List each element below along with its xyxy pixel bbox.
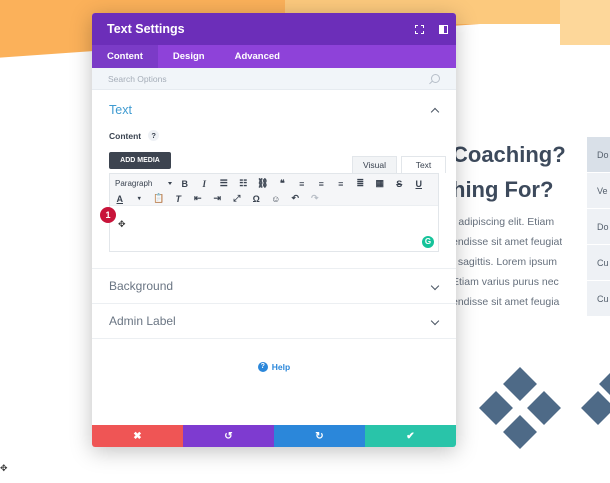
diamond-shape <box>581 391 610 425</box>
add-media-button[interactable]: ADD MEDIA <box>109 152 171 169</box>
align-center-icon[interactable]: ≡ <box>312 176 332 191</box>
step-badge: 1 <box>100 207 116 223</box>
tab-content[interactable]: Content <box>92 45 158 68</box>
rich-text-editor: Paragraph B I ☰ ☷ ⛓ ❝ ≡ ≡ ≡ ≣ ▦ S U A ▾ <box>109 173 439 252</box>
content-label: Content <box>109 130 142 141</box>
underline-icon[interactable]: U <box>409 176 429 191</box>
numbered-list-icon[interactable]: ☷ <box>234 176 254 191</box>
tab-text[interactable]: Text <box>401 156 446 173</box>
table-icon[interactable]: ▦ <box>370 176 390 191</box>
grammarly-icon[interactable]: G <box>422 236 434 248</box>
cancel-button[interactable]: ✖ <box>92 425 183 447</box>
align-right-icon[interactable]: ≡ <box>331 176 351 191</box>
italic-icon[interactable]: I <box>195 176 215 191</box>
text-section-title: Text <box>109 103 132 117</box>
bold-icon[interactable]: B <box>175 176 195 191</box>
help-icon: ? <box>257 362 268 372</box>
tab-design[interactable]: Design <box>158 45 220 68</box>
indent-icon[interactable]: ⇥ <box>208 191 228 206</box>
page-list: Do Ve Do Cu Cu <box>587 137 610 317</box>
tab-visual[interactable]: Visual <box>352 156 397 173</box>
admin-label-section-title: Admin Label <box>109 314 176 328</box>
modal-title: Text Settings <box>107 22 185 36</box>
editor-mode-tabs: Visual Text <box>348 156 446 173</box>
search-icon <box>431 74 440 83</box>
paragraph-line: endisse sit amet feugiat <box>452 236 562 248</box>
chevron-down-icon <box>168 182 172 185</box>
fullscreen-icon[interactable] <box>408 13 430 45</box>
background-section-header[interactable]: Background <box>92 269 456 303</box>
diamond-shape <box>503 415 537 449</box>
clear-formatting-icon[interactable]: T <box>169 191 189 206</box>
blockquote-icon[interactable]: ❝ <box>273 176 293 191</box>
editor-toolbar: Paragraph B I ☰ ☷ ⛓ ❝ ≡ ≡ ≡ ≣ ▦ S U A ▾ <box>110 174 438 206</box>
modal-header: Text Settings <box>92 13 456 45</box>
admin-label-section-header[interactable]: Admin Label <box>92 304 456 338</box>
bullet-list-icon[interactable]: ☰ <box>214 176 234 191</box>
page-paragraph: r adipiscing elit. Etiam endisse sit ame… <box>452 212 562 312</box>
help-row[interactable]: ? Help <box>92 362 456 372</box>
diamond-shape <box>527 391 561 425</box>
strikethrough-icon[interactable]: S <box>390 176 410 191</box>
chevron-up-icon[interactable] <box>431 106 439 114</box>
help-link[interactable]: Help <box>272 362 290 372</box>
save-button[interactable]: ✔ <box>365 425 456 447</box>
paragraph-line: Etiam varius purus nec <box>452 276 559 288</box>
move-handle-icon[interactable]: ✥ <box>0 463 8 474</box>
justify-icon[interactable]: ≣ <box>351 176 371 191</box>
diamond-shape <box>503 367 537 401</box>
content-label-row: Content ? <box>92 130 456 141</box>
list-item: Ve <box>587 173 610 209</box>
list-item: Cu <box>587 245 610 281</box>
search-options-input[interactable] <box>108 73 431 84</box>
emoji-icon[interactable]: ☺ <box>266 191 286 206</box>
chevron-down-icon[interactable] <box>431 282 439 290</box>
chevron-down-icon[interactable] <box>431 317 439 325</box>
paragraph-line: endisse sit amet feugia <box>452 296 560 308</box>
text-color-icon[interactable]: A <box>110 191 130 206</box>
help-question-icon[interactable]: ? <box>148 130 160 141</box>
toolbar-row-2: A ▾ 📋 T ⇤ ⇥ ⤢ Ω ☺ ↶ ↷ <box>110 191 325 206</box>
modal-footer: ✖ ↺ ↻ ✔ <box>92 425 456 447</box>
fullscreen-editor-icon[interactable]: ⤢ <box>227 191 247 206</box>
list-item: Cu <box>587 281 610 317</box>
list-item: Do <box>587 209 610 245</box>
list-item: Do <box>587 137 610 173</box>
section-divider <box>92 338 456 339</box>
redo-icon[interactable]: ↷ <box>305 191 325 206</box>
undo-icon[interactable]: ↶ <box>286 191 306 206</box>
paragraph-line: t sagittis. Lorem ipsum <box>452 256 558 268</box>
toolbar-row-1: Paragraph B I ☰ ☷ ⛓ ❝ ≡ ≡ ≡ ≣ ▦ S U <box>110 176 429 191</box>
tab-advanced[interactable]: Advanced <box>220 45 295 68</box>
redo-button[interactable]: ↻ <box>274 425 365 447</box>
paragraph-format-select[interactable]: Paragraph <box>110 179 175 188</box>
outdent-icon[interactable]: ⇤ <box>188 191 208 206</box>
background-section-title: Background <box>109 279 174 293</box>
search-row <box>92 68 456 90</box>
move-icon[interactable]: ✥ <box>118 219 126 230</box>
paste-text-icon[interactable]: 📋 <box>149 191 169 206</box>
page-heading-line-2: hing For? <box>452 177 554 202</box>
align-left-icon[interactable]: ≡ <box>292 176 312 191</box>
page-heading-line-1: Coaching? <box>452 142 566 167</box>
text-settings-modal: Text Settings Content Design Advanced Te… <box>92 13 456 447</box>
diamond-shape <box>479 391 513 425</box>
paragraph-format-value: Paragraph <box>115 179 153 188</box>
link-icon[interactable]: ⛓ <box>253 176 273 191</box>
undo-button[interactable]: ↺ <box>183 425 274 447</box>
editor-content-area[interactable]: ✥ G <box>110 206 438 252</box>
special-character-icon[interactable]: Ω <box>247 191 267 206</box>
orange-band-lighter <box>560 0 610 45</box>
text-section-header[interactable]: Text <box>92 103 456 117</box>
settings-tabs: Content Design Advanced <box>92 45 456 68</box>
paragraph-line: r adipiscing elit. Etiam <box>452 216 555 228</box>
chevron-down-icon[interactable]: ▾ <box>130 191 150 206</box>
sidebar-toggle-icon[interactable] <box>432 13 454 45</box>
